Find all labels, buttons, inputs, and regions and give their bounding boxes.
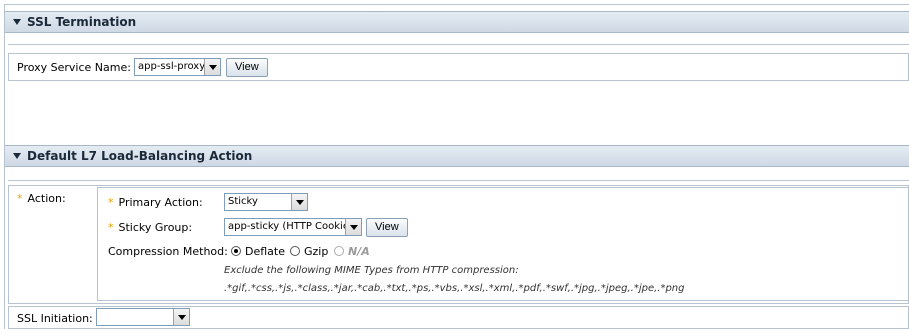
ssl-initiation-label: SSL Initiation: — [17, 312, 93, 325]
chevron-down-icon[interactable] — [204, 59, 220, 75]
ssl-initiation-select[interactable] — [96, 308, 190, 326]
mime-types-list[interactable]: .*gif,.*css,.*js,.*class,.*jar,.*cab,.*t… — [224, 283, 685, 294]
collapse-triangle-icon[interactable] — [13, 19, 21, 25]
exclude-mime-text: Exclude the following MIME Types from HT… — [224, 265, 519, 276]
compression-option-gzip[interactable]: Gzip — [290, 245, 328, 258]
chevron-down-icon[interactable] — [173, 309, 189, 325]
required-star-icon: * — [108, 221, 114, 234]
section-title: Default L7 Load-Balancing Action — [27, 149, 253, 163]
primary-action-label: * Primary Action: — [108, 196, 203, 209]
ssl-termination-header[interactable]: SSL Termination — [5, 11, 909, 33]
action-label: * Action: — [17, 192, 66, 205]
proxy-service-label: Proxy Service Name: — [17, 61, 131, 74]
sticky-group-label: * Sticky Group: — [108, 221, 193, 234]
sticky-view-button[interactable]: View — [366, 218, 408, 237]
radio-selected-icon[interactable] — [231, 246, 241, 256]
l7-action-header[interactable]: Default L7 Load-Balancing Action — [5, 145, 909, 167]
proxy-view-button[interactable]: View — [226, 58, 268, 77]
compression-method-label: Compression Method: — [108, 245, 228, 258]
sticky-group-select[interactable]: app-sticky (HTTP Cookie) — [224, 218, 362, 236]
chevron-down-icon[interactable] — [345, 219, 361, 235]
chevron-down-icon[interactable] — [291, 194, 307, 210]
divider — [8, 44, 909, 45]
sticky-group-value: app-sticky (HTTP Cookie) — [228, 221, 353, 232]
proxy-service-value: app-ssl-proxy — [138, 61, 206, 72]
required-star-icon: * — [108, 196, 114, 209]
primary-action-value: Sticky — [228, 196, 258, 207]
compression-option-na: N/A — [334, 245, 370, 258]
radio-icon[interactable] — [290, 246, 300, 256]
required-star-icon: * — [17, 192, 23, 205]
proxy-service-select[interactable]: app-ssl-proxy — [134, 58, 221, 76]
compression-option-deflate[interactable]: Deflate — [231, 245, 285, 258]
collapse-triangle-icon[interactable] — [13, 153, 21, 159]
radio-disabled-icon — [334, 246, 344, 256]
section-title: SSL Termination — [27, 15, 137, 29]
primary-action-select[interactable]: Sticky — [224, 193, 308, 211]
divider — [8, 180, 909, 181]
